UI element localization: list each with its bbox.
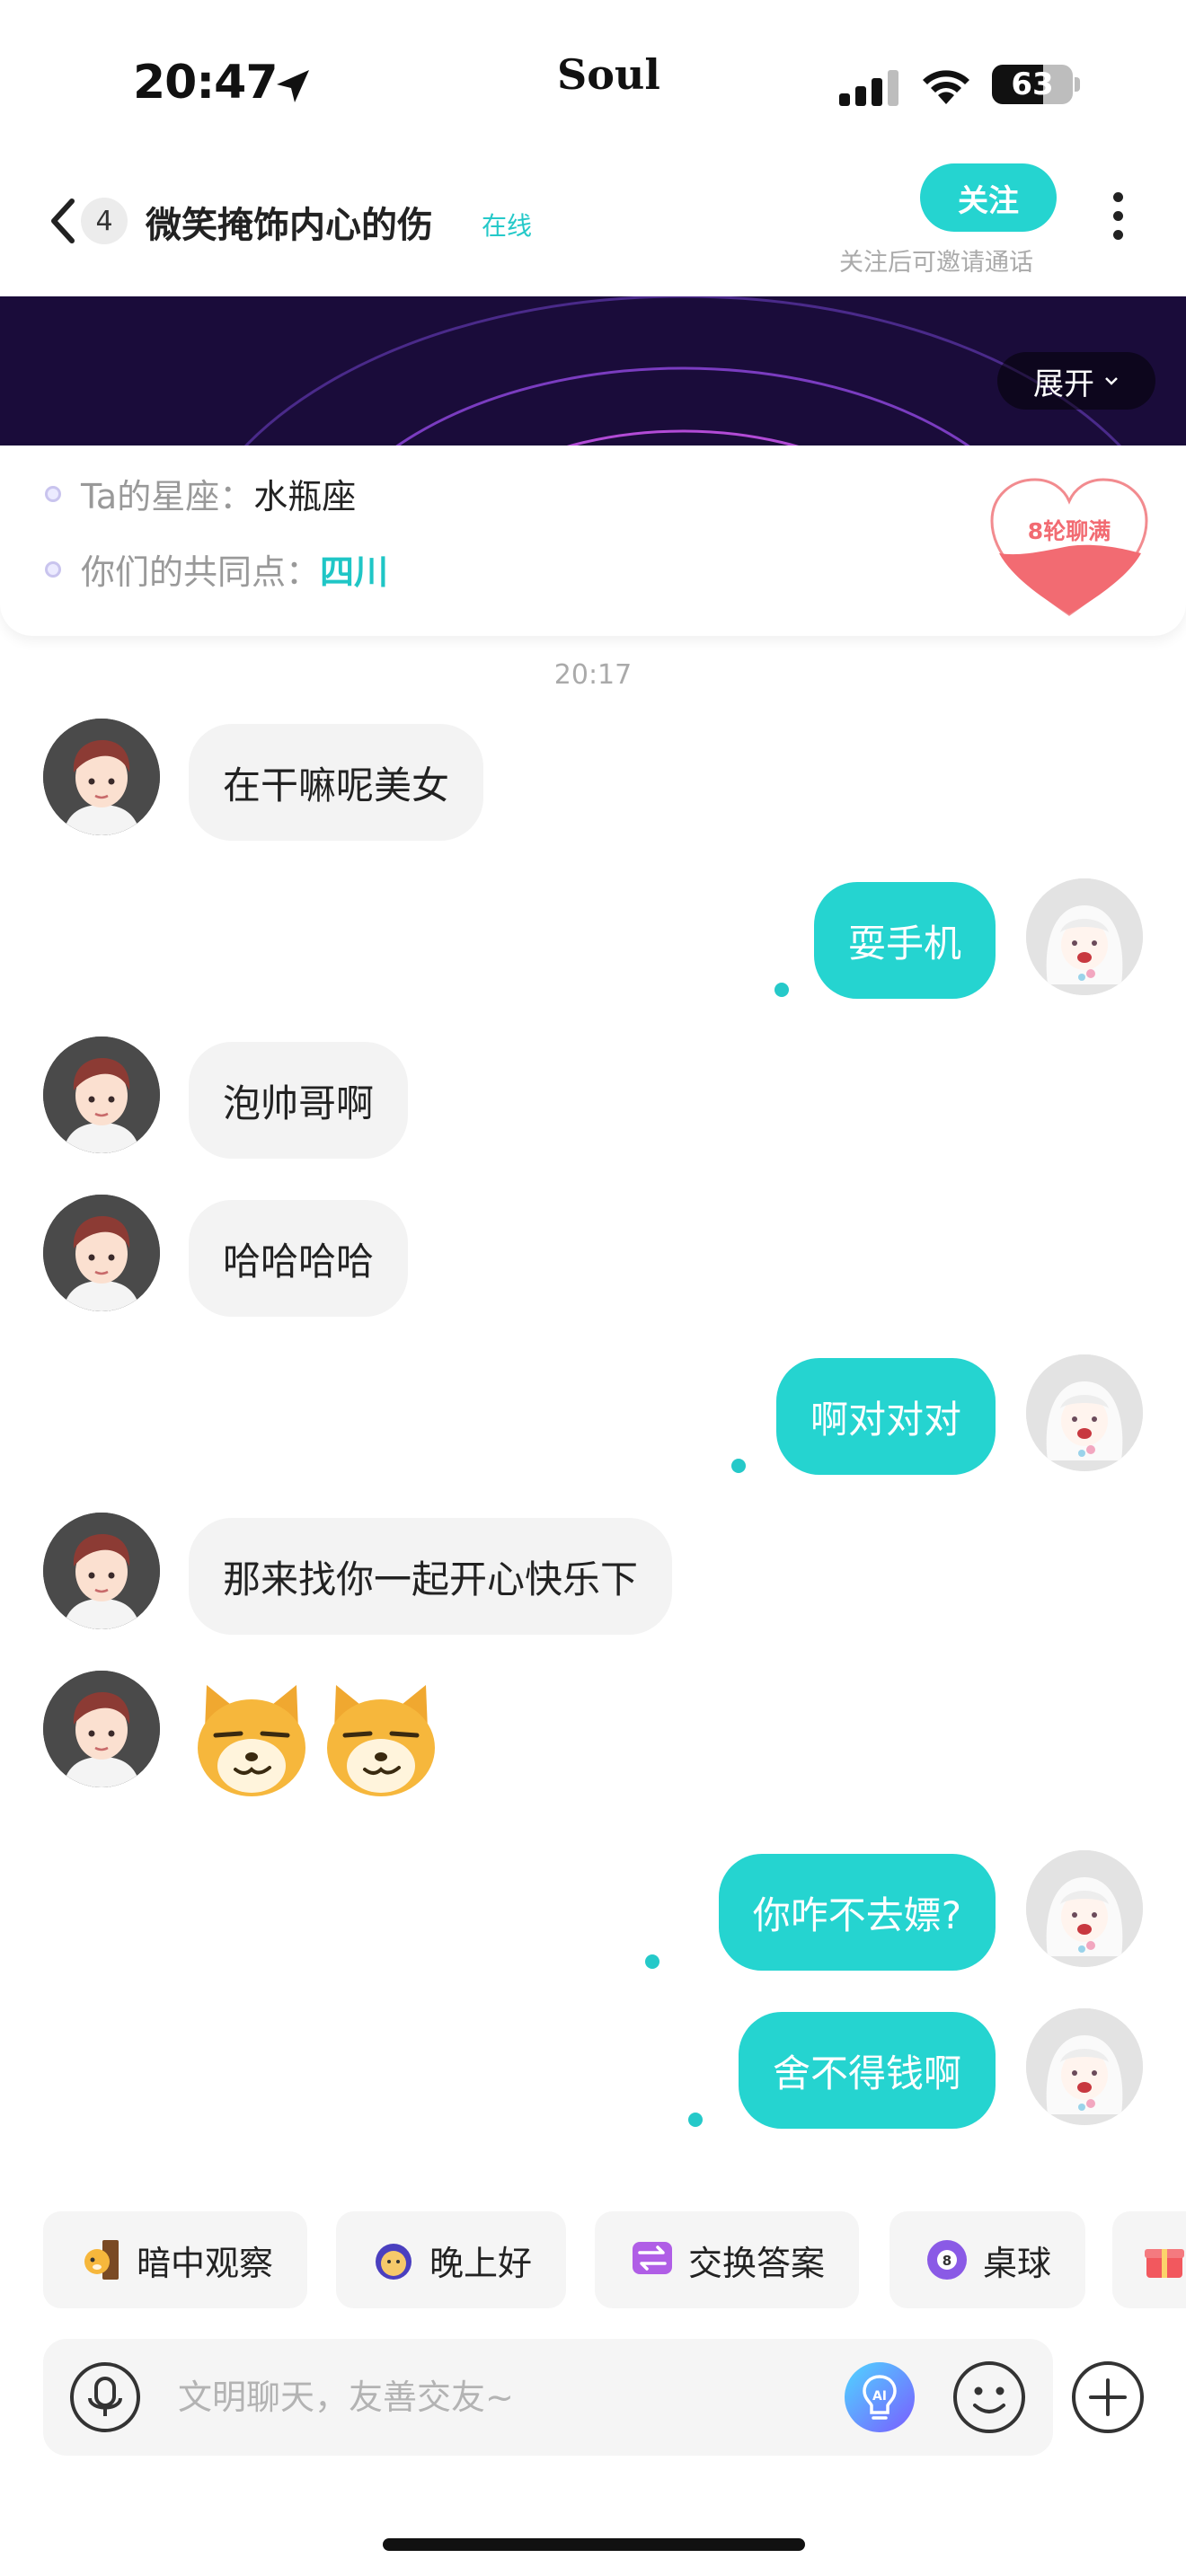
anime-girl-avatar-icon xyxy=(1026,2008,1143,2125)
zodiac-value: 水瓶座 xyxy=(253,477,357,516)
anime-girl-avatar-icon xyxy=(1026,1850,1143,1967)
read-indicator xyxy=(731,1459,746,1473)
quick-chip-gift[interactable] xyxy=(1112,2211,1186,2308)
unread-count-badge[interactable]: 4 xyxy=(81,198,128,244)
quick-chip-peek[interactable]: 暗中观察 xyxy=(43,2211,308,2308)
chat-title[interactable]: 微笑掩饰内心的伤 xyxy=(146,196,433,248)
partner-avatar[interactable] xyxy=(43,1513,160,1629)
gift-icon xyxy=(1145,2249,1184,2278)
emoji-icon[interactable] xyxy=(951,2359,1028,2436)
swap-icon xyxy=(633,2242,672,2274)
message-bubble[interactable]: 啊对对对 xyxy=(775,1358,996,1475)
signal-icon xyxy=(839,70,898,106)
chevron-down-icon xyxy=(1105,377,1118,385)
battery-level: 63 xyxy=(1011,66,1054,102)
partner-avatar[interactable] xyxy=(43,1671,160,1787)
message-input-bar: AI xyxy=(43,2339,1053,2456)
plus-icon[interactable] xyxy=(1069,2359,1146,2436)
expand-label: 展开 xyxy=(1033,366,1094,402)
dog-smirk-emoji[interactable] xyxy=(318,1676,444,1802)
back-icon[interactable] xyxy=(47,196,79,246)
message-bubble[interactable]: 你咋不去嫖? xyxy=(718,1854,996,1971)
voice-icon[interactable] xyxy=(68,2360,142,2434)
dog-smirk-emoji[interactable] xyxy=(189,1676,314,1802)
quick-chip-good-evening[interactable]: 晚上好 xyxy=(336,2211,567,2308)
bullet-dot xyxy=(45,485,61,502)
anime-girl-avatar-icon xyxy=(1026,1354,1143,1471)
follow-hint: 关注后可邀请通话 xyxy=(839,249,1033,277)
message-bubble[interactable]: 耍手机 xyxy=(813,882,996,999)
quick-chip-billiards[interactable]: 8 桌球 xyxy=(890,2211,1086,2308)
message-input[interactable] xyxy=(178,2366,843,2429)
zodiac-label: Ta的星座： xyxy=(81,477,254,516)
partner-avatar[interactable] xyxy=(43,719,160,835)
anime-girl-avatar-icon xyxy=(1026,878,1143,995)
svg-text:AI: AI xyxy=(872,2389,887,2404)
more-icon[interactable] xyxy=(1111,192,1125,246)
message-bubble[interactable]: 舍不得钱啊 xyxy=(738,2012,996,2129)
boy-avatar-icon xyxy=(43,1195,160,1311)
heart-badge-text: 8轮聊满 xyxy=(1028,518,1111,544)
peek-dog-icon xyxy=(84,2240,119,2280)
quick-chip-label: 晚上好 xyxy=(429,2243,533,2283)
home-indicator xyxy=(383,2538,805,2551)
boy-avatar-icon xyxy=(43,1671,160,1787)
my-avatar[interactable] xyxy=(1026,1850,1143,1967)
ai-icon[interactable]: AI xyxy=(843,2360,916,2434)
quick-chip-label: 暗中观察 xyxy=(137,2243,274,2283)
common-ground-label: 你们的共同点： xyxy=(81,552,321,592)
message-bubble[interactable]: 那来找你一起开心快乐下 xyxy=(189,1518,673,1635)
message-bubble[interactable]: 在干嘛呢美女 xyxy=(189,724,484,841)
moon-icon xyxy=(376,2244,412,2280)
svg-text:8: 8 xyxy=(943,2253,951,2269)
app-logo: Soul xyxy=(557,50,660,99)
my-avatar[interactable] xyxy=(1026,2008,1143,2125)
quick-chip-label: 桌球 xyxy=(983,2243,1052,2283)
location-arrow-icon xyxy=(277,70,309,102)
expand-button[interactable]: 展开 xyxy=(997,352,1155,410)
my-avatar[interactable] xyxy=(1026,1354,1143,1471)
battery-tip xyxy=(1075,77,1080,92)
message-bubble[interactable]: 泡帅哥啊 xyxy=(189,1042,409,1159)
status-time: 20:47 xyxy=(133,56,279,110)
battery-icon: 63 xyxy=(992,65,1073,104)
partner-avatar[interactable] xyxy=(43,1037,160,1153)
partner-avatar[interactable] xyxy=(43,1195,160,1311)
billiard-ball-icon: 8 xyxy=(927,2240,967,2280)
read-indicator xyxy=(645,1954,659,1969)
status-bar: 20:47 Soul 63 xyxy=(0,0,1186,153)
quick-chip-swap-answers[interactable]: 交换答案 xyxy=(595,2211,860,2308)
chat-timestamp: 20:17 xyxy=(553,659,633,691)
common-ground-row: 你们的共同点： 四川 xyxy=(45,544,388,594)
bullet-dot xyxy=(45,560,61,578)
boy-avatar-icon xyxy=(43,719,160,835)
read-indicator xyxy=(774,983,789,997)
common-ground-value: 四川 xyxy=(320,552,389,592)
message-bubble[interactable]: 哈哈哈哈 xyxy=(189,1200,409,1317)
wifi-icon xyxy=(923,70,969,104)
heart-badge-icon[interactable]: 8轮聊满 xyxy=(987,474,1152,620)
my-avatar[interactable] xyxy=(1026,878,1143,995)
boy-avatar-icon xyxy=(43,1513,160,1629)
read-indicator xyxy=(688,2113,703,2127)
boy-avatar-icon xyxy=(43,1037,160,1153)
quick-chip-label: 交换答案 xyxy=(688,2243,826,2283)
follow-button[interactable]: 关注 xyxy=(920,163,1057,232)
online-status: 在线 xyxy=(482,211,533,241)
zodiac-row: Ta的星座： 水瓶座 xyxy=(45,469,356,518)
